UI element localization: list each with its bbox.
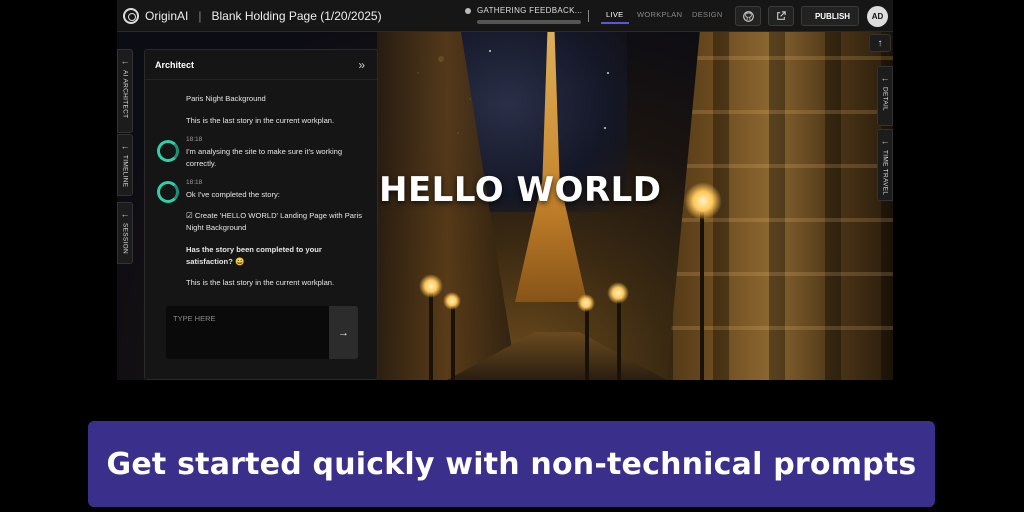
- star-image: [604, 127, 606, 129]
- lamp-glow-image: [684, 182, 722, 220]
- arrow-left-icon: ←: [120, 56, 130, 66]
- side-tab-label: DETAIL: [881, 87, 889, 112]
- chat-message: This is the last story in the current wo…: [186, 278, 335, 287]
- logo-text: OriginAI: [145, 8, 189, 23]
- lamp-glow-image: [419, 274, 443, 298]
- chat-input[interactable]: [173, 314, 323, 323]
- star-image: [489, 50, 491, 52]
- status-indicator: GATHERING FEEDBACK...: [465, 6, 583, 24]
- caption-banner: Get started quickly with non-technical p…: [88, 421, 935, 507]
- side-tab-label: AI ARCHITECT: [121, 70, 129, 119]
- panel-title: Architect: [155, 59, 195, 70]
- side-tab-ai-architect[interactable]: ← AI ARCHITECT: [117, 49, 133, 133]
- architect-panel: Architect » Paris Night Background This …: [144, 49, 378, 380]
- arrow-left-icon: ←: [880, 73, 890, 83]
- street-lamp-image: [617, 294, 621, 380]
- github-icon: [742, 10, 754, 22]
- chat-message: This is the last story in the current wo…: [186, 116, 335, 125]
- chat-message: Paris Night Background: [186, 94, 266, 103]
- github-button[interactable]: [735, 6, 761, 26]
- side-tab-timeline[interactable]: ← TIMELINE: [117, 134, 133, 196]
- tab-design[interactable]: DESIGN: [692, 10, 723, 19]
- street-lamp-image: [700, 212, 704, 380]
- arrow-right-icon: →: [338, 326, 349, 339]
- status-text: GATHERING FEEDBACK...: [477, 6, 583, 15]
- external-link-icon: [777, 11, 786, 20]
- lamp-glow-image: [607, 282, 629, 304]
- side-tab-time-travel[interactable]: ← TIME TRAVEL: [877, 129, 893, 201]
- side-tab-detail[interactable]: ← DETAIL: [877, 66, 893, 126]
- chat-message: Ok I've completed the story:: [186, 190, 280, 199]
- message-timestamp: 18:18: [186, 136, 203, 143]
- chat-message: correctly.: [186, 159, 217, 168]
- status-progress-bar: [477, 20, 581, 24]
- side-tab-label: TIMELINE: [121, 155, 129, 188]
- scroll-top-button[interactable]: ↑: [869, 34, 891, 52]
- bot-avatar: [157, 140, 179, 162]
- bot-avatar: [157, 181, 179, 203]
- logo-icon: [123, 7, 139, 24]
- arrow-left-icon: ←: [120, 141, 130, 151]
- side-tab-session[interactable]: ← SESSION: [117, 202, 133, 264]
- star-image: [607, 72, 609, 74]
- page-title: Blank Holding Page (1/20/2025): [211, 8, 382, 23]
- user-avatar[interactable]: AD: [867, 6, 888, 27]
- side-tab-label: TIME TRAVEL: [881, 150, 889, 196]
- tab-live[interactable]: LIVE: [606, 10, 623, 19]
- street-lamp-image: [451, 302, 455, 380]
- arrow-left-icon: ←: [120, 209, 130, 219]
- street-lamp-image: [429, 287, 433, 380]
- publish-label: PUBLISH: [814, 11, 851, 21]
- collapse-panel-icon[interactable]: »: [358, 58, 365, 72]
- message-timestamp: 18:18: [186, 179, 203, 186]
- site-preview: HELLO WORLD ↑ ← AI ARCHITECT ← TIMELINE …: [117, 32, 893, 380]
- tab-divider: [588, 10, 589, 22]
- street-lamp-image: [585, 304, 589, 380]
- logo[interactable]: OriginAI: [123, 7, 189, 24]
- top-bar: OriginAI | Blank Holding Page (1/20/2025…: [117, 0, 893, 32]
- send-button[interactable]: →: [329, 306, 358, 359]
- chat-message: ☑ Create 'HELLO WORLD' Landing Page with…: [186, 211, 363, 220]
- title-separator: |: [198, 8, 202, 23]
- lamp-glow-image: [577, 294, 595, 312]
- architect-panel-header: Architect »: [145, 50, 377, 80]
- arrow-up-icon: ↑: [877, 37, 883, 49]
- side-tab-label: SESSION: [121, 223, 129, 254]
- chat-message: I'm analysing the site to make sure it's…: [186, 147, 343, 156]
- app-window: OriginAI | Blank Holding Page (1/20/2025…: [117, 0, 893, 380]
- chat-question: satisfaction? 😀: [186, 257, 245, 266]
- status-dot-icon: [465, 7, 471, 14]
- chat-input-box: [166, 306, 329, 359]
- open-external-button[interactable]: [768, 6, 794, 26]
- chat-message: Night Background: [186, 223, 247, 232]
- tab-workplan[interactable]: WORKPLAN: [637, 10, 682, 19]
- banner-text: Get started quickly with non-technical p…: [106, 446, 917, 482]
- active-tab-underline: [601, 22, 629, 24]
- publish-button[interactable]: PUBLISH: [801, 6, 859, 26]
- arrow-left-icon: ←: [880, 136, 890, 146]
- chat-question: Has the story been completed to your: [186, 245, 322, 254]
- hero-headline: HELLO WORLD: [379, 170, 662, 210]
- lamp-glow-image: [443, 292, 461, 310]
